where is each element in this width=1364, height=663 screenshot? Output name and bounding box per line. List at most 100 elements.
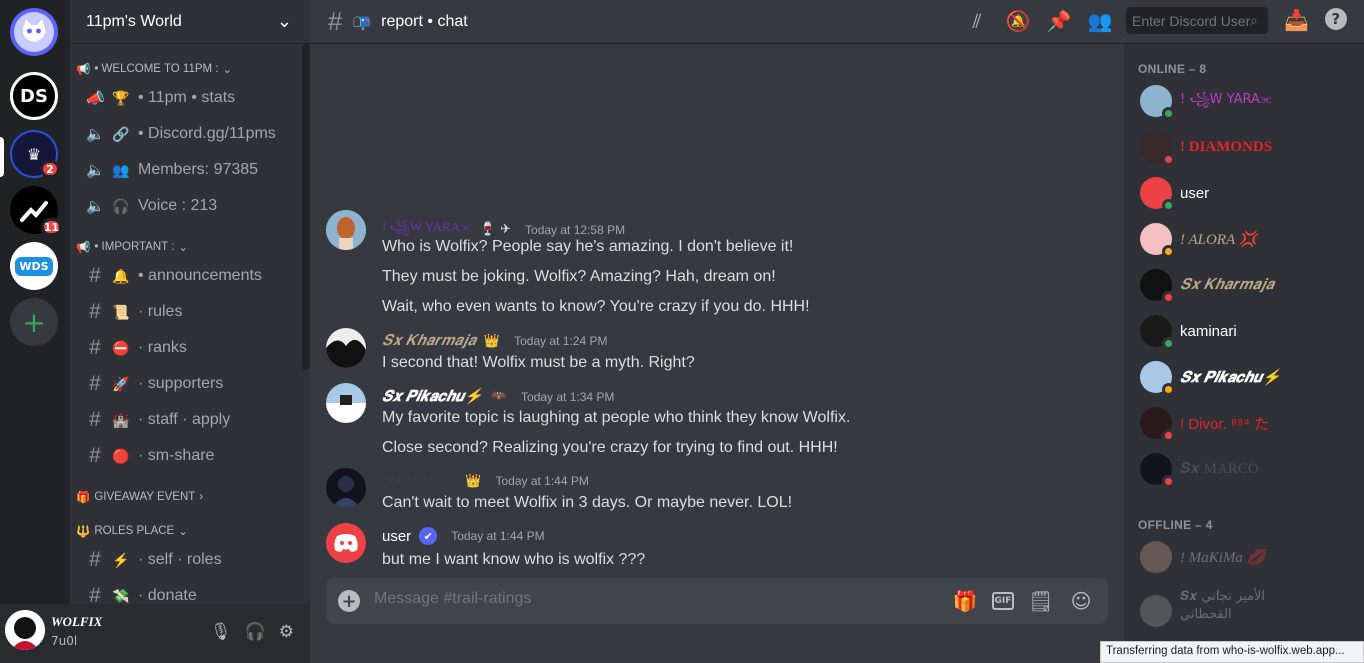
avatar bbox=[1140, 541, 1172, 573]
people-icon: 👥 bbox=[112, 161, 130, 178]
avatar[interactable] bbox=[326, 523, 366, 563]
hash-icon: # bbox=[89, 336, 101, 359]
member-item[interactable]: kaminari bbox=[1132, 310, 1356, 352]
headphones-icon[interactable]: 🎧 bbox=[245, 622, 266, 642]
sticker-icon[interactable]: 🗒 bbox=[1028, 588, 1054, 614]
avatar bbox=[1140, 361, 1175, 396]
avatar[interactable] bbox=[326, 383, 366, 423]
channel-ranks[interactable]: # ⛔ · ranks bbox=[78, 332, 302, 364]
guild-header[interactable]: 11pm's World ⌄ bbox=[70, 0, 310, 44]
chevron-down-icon: ⌄ bbox=[178, 242, 189, 254]
member-item[interactable]: ! ALORA 💢 bbox=[1132, 218, 1356, 260]
hash-icon: # bbox=[89, 372, 101, 395]
category-giveaway[interactable]: 🎁 GIVEAWAY EVENT › bbox=[76, 490, 203, 504]
channel-stats[interactable]: 📣 🏆 • 11pm • stats bbox=[78, 82, 302, 114]
timestamp: Today at 1:34 PM bbox=[521, 389, 615, 404]
search-input[interactable] bbox=[1132, 12, 1250, 29]
wds-logo: WDS bbox=[15, 256, 53, 276]
chevron-down-icon: ⌄ bbox=[222, 64, 233, 76]
user-avatar-art bbox=[5, 610, 45, 650]
inbox-icon[interactable]: 📥 bbox=[1284, 8, 1309, 32]
gif-icon[interactable]: GIF bbox=[992, 592, 1014, 610]
message-header: 𝑺𝒙 MARCO 👑 Today at 1:44 PM bbox=[382, 472, 589, 490]
avatar[interactable] bbox=[326, 468, 366, 508]
member-name: 𝑺𝒙 MARCO bbox=[1180, 461, 1259, 477]
channel-sm-share[interactable]: # 🔴 · sm-share bbox=[78, 440, 302, 472]
member-item[interactable]: ! DIAMONDS bbox=[1132, 126, 1356, 168]
message-group[interactable]: 𝑺𝒙 𝑲𝒉𝒂𝒓𝒎𝒂𝒋𝒂 👑 Today at 1:24 PM I second … bbox=[310, 328, 1120, 378]
author-name[interactable]: user bbox=[382, 528, 411, 545]
timestamp: Today at 1:44 PM bbox=[451, 529, 545, 543]
channel-donate[interactable]: # 💸 · donate bbox=[78, 580, 302, 604]
hash-icon: # bbox=[89, 548, 101, 571]
channel-supporters[interactable]: # 🚀 · supporters bbox=[78, 368, 302, 400]
channel-scrollbar[interactable] bbox=[302, 44, 310, 370]
status-indicator bbox=[1162, 429, 1175, 442]
channel-label: • 11pm • stats bbox=[138, 89, 236, 106]
avatar[interactable] bbox=[326, 210, 366, 250]
avatar[interactable] bbox=[326, 328, 366, 368]
threads-icon[interactable]: ⫽ bbox=[964, 8, 990, 34]
author-name[interactable]: 𝑺𝒙 MARCO bbox=[382, 472, 457, 490]
channel-list[interactable]: 📢 • WELCOME TO 11PM : ⌄ 📣 🏆 • 11pm • stats … bbox=[70, 48, 310, 604]
member-item[interactable]: 𝑺𝒙 𝑲𝒉𝒂𝒓𝒎𝒂𝒋𝒂 bbox=[1132, 264, 1356, 306]
stop-icon: ⛔ bbox=[112, 339, 130, 356]
help-icon[interactable]: ? bbox=[1324, 8, 1347, 30]
server-chart[interactable]: 11 bbox=[10, 186, 62, 236]
mailbox-icon: 📭 bbox=[352, 13, 372, 31]
gear-icon[interactable]: ⚙ bbox=[279, 622, 294, 642]
category-roles[interactable]: 🔱 ROLES PLACE ⌄ bbox=[76, 524, 188, 538]
server-wds[interactable]: WDS bbox=[10, 242, 58, 290]
avatar bbox=[1140, 407, 1175, 442]
member-item[interactable]: ! MaKiMa 💋 bbox=[1132, 536, 1356, 578]
emoji-icon[interactable]: ☺ bbox=[1068, 588, 1094, 614]
search-icon[interactable]: ⌕ bbox=[1250, 13, 1258, 29]
add-server-button[interactable]: + bbox=[10, 298, 58, 346]
category-welcome[interactable]: 📢 • WELCOME TO 11PM : ⌄ bbox=[76, 62, 232, 76]
member-item[interactable]: user bbox=[1132, 172, 1356, 214]
speaker-icon: 🔈 bbox=[86, 126, 105, 143]
avatar[interactable] bbox=[5, 610, 45, 650]
chevron-right-icon: › bbox=[199, 491, 204, 503]
channel-label: • announcements bbox=[138, 267, 262, 284]
gift-icon: 🎁 bbox=[76, 492, 91, 504]
home-button[interactable] bbox=[10, 8, 58, 56]
author-name[interactable]: 𝑺𝒙 𝑲𝒉𝒂𝒓𝒎𝒂𝒋𝒂 bbox=[382, 332, 476, 350]
member-item[interactable]: ! ꧁W YARA⫘ bbox=[1132, 80, 1356, 122]
headphones-icon: 🎧 bbox=[112, 197, 130, 214]
channel-rules[interactable]: # 📜 · rules bbox=[78, 296, 302, 328]
channel-staff-apply[interactable]: # 🏰 · staff · apply bbox=[78, 404, 302, 436]
member-item[interactable]: 𝑺𝒙 𝑷𝒊𝒌𝒂𝒄𝒉𝒖⚡ bbox=[1132, 356, 1356, 398]
attach-plus-icon[interactable]: + bbox=[338, 590, 360, 612]
message-group[interactable]: 𝑺𝒙 𝑷𝒊𝒌𝒂𝒄𝒉𝒖⚡ 🦇 Today at 1:34 PM My favori… bbox=[310, 383, 1120, 463]
browser-status-bar: Transferring data from who-is-wolfix.web… bbox=[1100, 641, 1364, 663]
channel-voice[interactable]: 🔈 🎧 Voice : 213 bbox=[78, 190, 302, 222]
message-group[interactable]: user ✔ Today at 1:44 PM but me I want kn… bbox=[310, 523, 1120, 575]
member-list-icon[interactable]: 👥 bbox=[1087, 8, 1113, 34]
channel-invite[interactable]: 🔈 🔗 • Discord.gg/11pms bbox=[78, 118, 302, 150]
channel-announcements[interactable]: # 🔔 • announcements bbox=[78, 260, 302, 292]
microphone-icon[interactable]: 🎙 bbox=[210, 622, 232, 642]
message-group[interactable]: 𝑺𝒙 MARCO 👑 Today at 1:44 PM Can't wait t… bbox=[310, 468, 1120, 518]
mute-bell-icon[interactable]: 🔕 bbox=[1005, 8, 1031, 34]
pin-icon[interactable]: 📌 bbox=[1046, 8, 1072, 34]
hash-icon: # bbox=[328, 6, 343, 36]
category-important[interactable]: 📢 • IMPORTANT : ⌄ bbox=[76, 240, 188, 254]
member-item[interactable]: 𝑺𝒙 MARCO bbox=[1132, 448, 1356, 490]
hash-icon: # bbox=[89, 264, 101, 287]
member-item[interactable]: 𝑺𝒙 الأمير تجاني القحطاني bbox=[1132, 589, 1356, 632]
message-group[interactable]: ! ꧁W YARA⫘ 🍷 ✈ Today at 12:58 PM Who is … bbox=[310, 210, 1120, 320]
member-item[interactable]: ! Divor. ⁸⁸⁴ た bbox=[1132, 402, 1356, 444]
offline-header: OFFLINE – 4 bbox=[1138, 518, 1213, 532]
castle-icon: 🏰 bbox=[112, 411, 130, 428]
gift-icon[interactable]: 🎁 bbox=[952, 588, 978, 614]
server-ds[interactable]: DS bbox=[10, 72, 58, 120]
message-input[interactable] bbox=[374, 590, 934, 608]
author-name[interactable]: 𝑺𝒙 𝑷𝒊𝒌𝒂𝒄𝒉𝒖⚡ bbox=[382, 387, 483, 406]
channel-members[interactable]: 🔈 👥 Members: 97385 bbox=[78, 154, 302, 186]
server-11pm[interactable]: ♛ 2 bbox=[10, 130, 60, 178]
channel-self-roles[interactable]: # ⚡ · self · roles bbox=[78, 544, 302, 576]
message-list[interactable]: ! ꧁W YARA⫘ 🍷 ✈ Today at 12:58 PM Who is … bbox=[310, 44, 1124, 578]
header-toolbar: ⫽ 🔕 📌 👥 bbox=[964, 8, 1113, 34]
category-label: • WELCOME TO 11PM : bbox=[94, 63, 219, 75]
